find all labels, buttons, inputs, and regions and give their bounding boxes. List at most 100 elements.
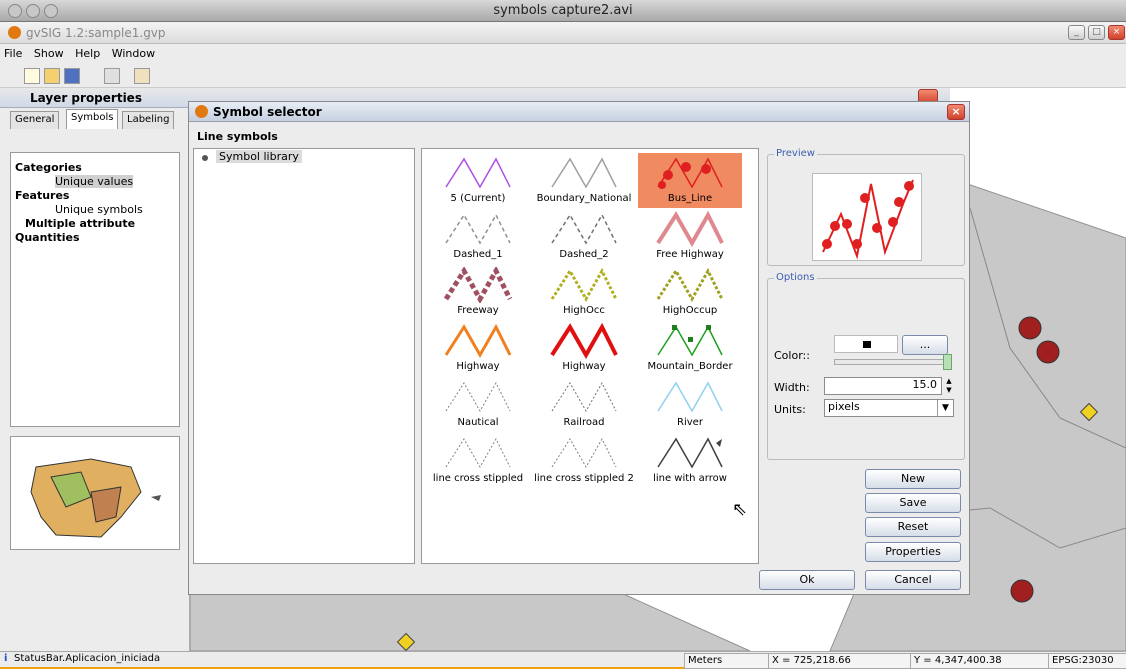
mouse-cursor-icon: ⇖	[732, 499, 748, 520]
symbol-item[interactable]: Highway	[532, 321, 636, 376]
video-window-titlebar: symbols capture2.avi	[0, 0, 1126, 22]
tree-features[interactable]: Features	[15, 189, 69, 202]
symbol-label: Freeway	[457, 305, 499, 316]
save-button[interactable]: Save	[865, 493, 961, 513]
color-label: Color::	[774, 349, 810, 362]
symbol-item[interactable]: Mountain_Border	[638, 321, 742, 376]
width-spinner[interactable]: ▲ ▼	[944, 377, 954, 395]
info-icon: i	[4, 653, 8, 664]
symbol-item[interactable]: line cross stippled 2	[532, 433, 636, 488]
tab-general[interactable]: General	[10, 111, 60, 129]
maximize-button[interactable]: □	[1088, 25, 1105, 40]
video-window-title: symbols capture2.avi	[493, 3, 633, 18]
app-titlebar: gvSIG 1.2:sample1.gvp _ □ ×	[0, 22, 1126, 44]
tree-categories[interactable]: Categories	[15, 161, 82, 174]
transparency-slider[interactable]	[834, 354, 952, 370]
symbol-library-tree[interactable]: Symbol library	[193, 148, 415, 564]
status-message: StatusBar.Aplicacion_iniciada	[14, 653, 161, 664]
layer-properties-panel: General Symbols Labeling Categories Uniq…	[0, 108, 190, 651]
new-button[interactable]: New	[865, 469, 961, 489]
slider-thumb[interactable]	[943, 354, 952, 370]
symbol-item[interactable]: HighOccup	[638, 265, 742, 320]
symbol-item[interactable]: Nautical	[426, 377, 530, 432]
symbol-item[interactable]: Free Highway	[638, 209, 742, 264]
symbol-label: Dashed_1	[453, 249, 503, 260]
new-file-icon[interactable]	[24, 68, 40, 84]
minimize-button[interactable]: _	[1068, 25, 1085, 40]
symbol-selector-title: Symbol selector	[213, 105, 322, 119]
symbol-swatch-icon	[445, 437, 511, 469]
tree-quantities[interactable]: Quantities	[15, 231, 80, 244]
symbol-selector-close-button[interactable]: ×	[947, 104, 965, 120]
symbol-swatch-icon	[657, 437, 723, 469]
symbol-item[interactable]: HighOcc	[532, 265, 636, 320]
ok-button[interactable]: Ok	[759, 570, 855, 590]
symbol-label: Dashed_2	[559, 249, 609, 260]
symbol-swatch-icon	[445, 157, 511, 189]
gvsig-logo-icon	[8, 26, 21, 39]
units-select[interactable]: pixels ▼	[824, 399, 954, 417]
menu-help[interactable]: Help	[71, 44, 104, 63]
symbol-label: River	[677, 417, 703, 428]
symbol-label: line with arrow	[653, 473, 727, 484]
tab-labeling[interactable]: Labeling	[122, 111, 175, 129]
symbol-label: Highway	[562, 361, 606, 372]
toolbar	[0, 64, 1126, 88]
cancel-button[interactable]: Cancel	[865, 570, 961, 590]
symbol-item[interactable]: River	[638, 377, 742, 432]
width-input[interactable]: 15.0	[824, 377, 942, 395]
symbol-label: Nautical	[457, 417, 499, 428]
symbol-item[interactable]: 5 (Current)	[426, 153, 530, 208]
tree-unique-values[interactable]: Unique values	[55, 175, 134, 188]
symbol-library-item[interactable]: Symbol library	[216, 150, 302, 163]
properties-button[interactable]: Properties	[865, 542, 961, 562]
symbol-item[interactable]: Freeway	[426, 265, 530, 320]
color-swatch[interactable]	[834, 335, 898, 353]
symbol-item[interactable]: Highway	[426, 321, 530, 376]
symbol-item[interactable]: Dashed_2	[532, 209, 636, 264]
symbol-swatch-icon	[443, 267, 513, 303]
choose-color-button[interactable]: ...	[902, 335, 948, 355]
symbol-item[interactable]: Railroad	[532, 377, 636, 432]
save-icon[interactable]	[64, 68, 80, 84]
menu-file[interactable]: File	[0, 44, 26, 63]
symbol-item[interactable]: line with arrow	[638, 433, 742, 488]
menu-show[interactable]: Show	[30, 44, 68, 63]
symbol-swatch-icon	[445, 213, 511, 245]
close-button[interactable]: ×	[1108, 25, 1125, 40]
symbol-swatch-icon	[657, 157, 723, 189]
symbol-item[interactable]: Dashed_1	[426, 209, 530, 264]
open-folder-icon[interactable]	[44, 68, 60, 84]
symbol-grid[interactable]: 5 (Current) Boundary_National Bus_Line D…	[421, 148, 759, 564]
symbol-label: line cross stippled	[432, 473, 524, 484]
symbol-item[interactable]: Boundary_National	[532, 153, 636, 208]
symbol-swatch-icon	[551, 437, 617, 469]
symbol-label: Highway	[456, 361, 500, 372]
legend-type-tree[interactable]: Categories Unique values Features Unique…	[10, 152, 180, 427]
symbol-label: 5 (Current)	[450, 193, 506, 204]
symbol-selector-titlebar: Symbol selector ×	[189, 102, 969, 122]
status-bar: i StatusBar.Aplicacion_iniciada Meters X…	[0, 651, 1126, 669]
reset-button[interactable]: Reset	[865, 517, 961, 537]
bullet-icon	[202, 155, 208, 161]
tree-unique-symbols[interactable]: Unique symbols	[55, 203, 143, 216]
symbol-label: line cross stippled 2	[534, 473, 634, 484]
tree-multiple-attribute[interactable]: Multiple attribute	[25, 217, 135, 230]
symbol-preview	[812, 173, 922, 261]
tab-symbols[interactable]: Symbols	[66, 109, 119, 129]
symbol-item[interactable]: Bus_Line	[638, 153, 742, 208]
color-swatch-fill	[863, 341, 871, 348]
symbol-item[interactable]: line cross stippled	[426, 433, 530, 488]
menu-window[interactable]: Window	[108, 44, 159, 63]
layout-icon[interactable]	[104, 68, 120, 84]
symbol-swatch-icon	[656, 211, 724, 247]
tools-icon[interactable]	[134, 68, 150, 84]
menu-bar: File Show Help Window	[0, 44, 1126, 64]
units-value: pixels	[828, 400, 860, 413]
symbol-swatch-icon	[657, 381, 723, 413]
symbol-label: Railroad	[563, 417, 605, 428]
chevron-down-icon[interactable]: ▼	[937, 400, 953, 416]
symbol-label: Free Highway	[656, 249, 724, 260]
line-symbols-label: Line symbols	[197, 130, 278, 143]
symbol-label: Boundary_National	[536, 193, 632, 204]
